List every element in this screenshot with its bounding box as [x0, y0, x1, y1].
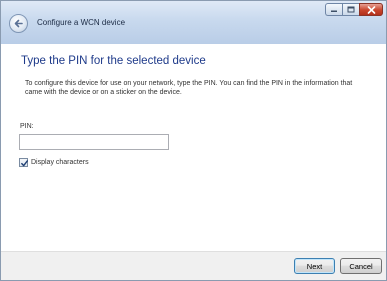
back-arrow-icon — [14, 19, 23, 28]
title-bar: Configure a WCN device — [1, 1, 386, 44]
display-characters-label: Display characters — [31, 159, 89, 166]
maximize-icon — [347, 6, 355, 13]
maximize-button[interactable] — [342, 3, 359, 16]
window-title: Configure a WCN device — [37, 18, 126, 27]
pin-label: PIN: — [20, 123, 34, 130]
checkbox-box[interactable] — [19, 158, 28, 167]
next-button[interactable]: Next — [294, 258, 335, 274]
back-button[interactable] — [9, 14, 28, 33]
instructions-text: To configure this device for use on your… — [25, 80, 353, 96]
wcn-dialog-window: Configure a WCN device Type the PIN for — [0, 0, 387, 281]
cancel-button[interactable]: Cancel — [340, 258, 382, 274]
minimize-icon — [331, 10, 337, 12]
dialog-content: Type the PIN for the selected device To … — [1, 44, 386, 252]
checkmark-icon — [21, 160, 28, 167]
button-bar: Next Cancel — [1, 251, 386, 280]
close-button[interactable] — [359, 3, 383, 16]
window-controls — [325, 3, 383, 16]
display-characters-checkbox[interactable]: Display characters — [19, 158, 89, 167]
page-heading: Type the PIN for the selected device — [21, 55, 206, 67]
close-icon — [367, 5, 375, 14]
pin-input[interactable] — [19, 134, 169, 150]
minimize-button[interactable] — [325, 3, 342, 16]
